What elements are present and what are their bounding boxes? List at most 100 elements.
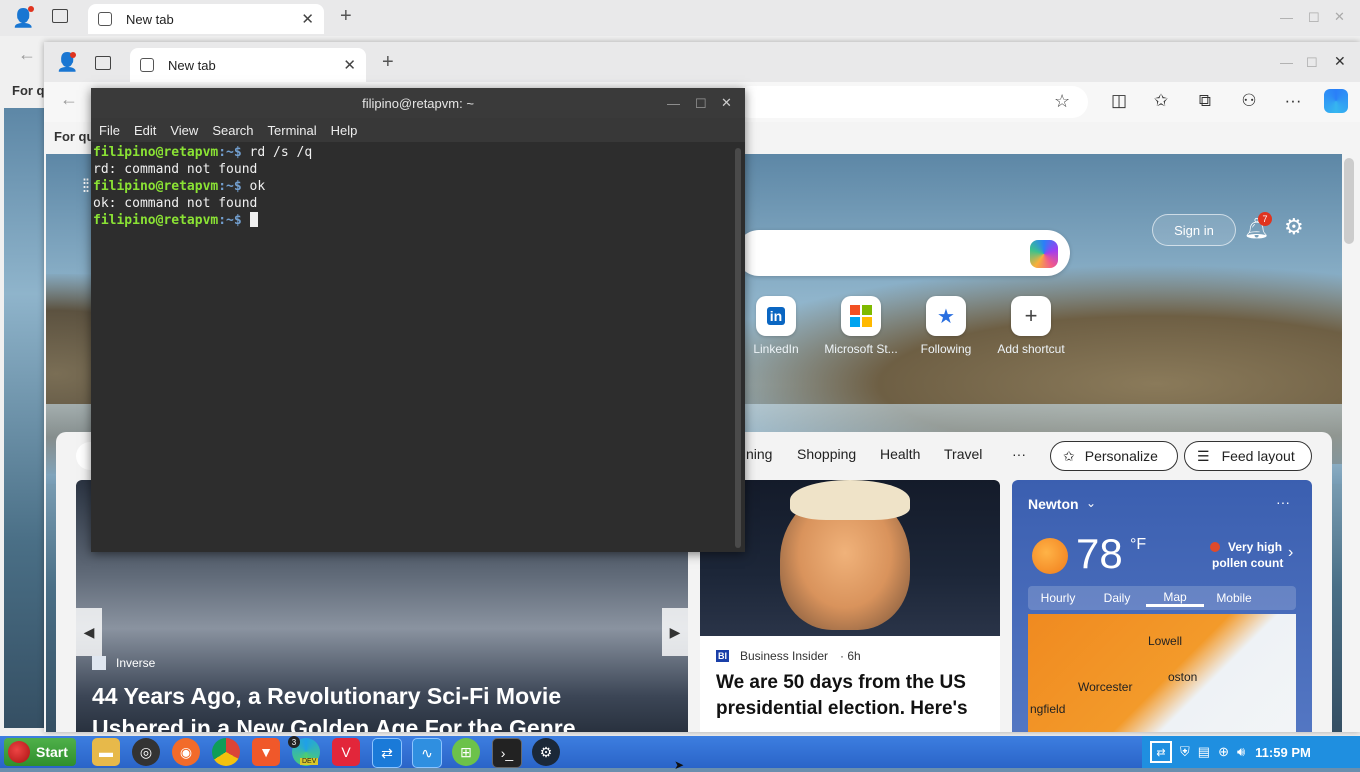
close-tab-icon[interactable]: ✕ [343,56,356,74]
chevron-down-icon[interactable]: ⌄ [1086,496,1096,510]
feed-category-pill[interactable] [76,442,92,470]
menu-help[interactable]: Help [331,123,358,138]
settings-gear-icon[interactable]: ⚙ [1284,214,1304,240]
terminal-scrollbar[interactable] [735,148,741,548]
feed-more-tabs[interactable]: ··· [1012,446,1026,462]
shortcut-following[interactable]: ★ Following [906,296,986,356]
carousel-prev-icon[interactable]: ◀ [76,608,102,656]
feed-layout-button[interactable]: ☰ Feed layout [1184,441,1312,471]
copilot-search-icon[interactable] [1030,240,1058,268]
menu-search[interactable]: Search [212,123,253,138]
weather-tab-mobile[interactable]: Mobile [1204,591,1264,605]
copilot-icon[interactable] [1324,89,1348,113]
prompt-path: :~$ [218,145,250,160]
carousel-next-icon[interactable]: ▶ [662,608,688,656]
terminal-app-icon[interactable]: ›_ [492,738,522,768]
apps-grid-icon[interactable]: ⁞⁞ [82,176,90,197]
plus-icon: + [1011,296,1051,336]
web-search-box[interactable] [736,230,1070,276]
brave-icon[interactable]: ▼ [252,738,280,766]
minimize-icon[interactable]: — [1280,10,1293,25]
system-monitor-icon[interactable]: ∿ [412,738,442,768]
sliders-icon: ☰ [1197,447,1210,464]
address-bar[interactable]: ☆ [734,86,1088,118]
maximize-icon[interactable]: ☐ [1308,10,1320,26]
page-icon [140,58,154,72]
weather-tab-hourly[interactable]: Hourly [1028,591,1088,605]
shortcut-add[interactable]: + Add shortcut [991,296,1071,356]
personalize-button[interactable]: ✩ Personalize [1050,441,1178,471]
news-article-card[interactable]: BI Business Insider · 6h We are 50 days … [700,480,1000,732]
close-tab-icon[interactable]: ✕ [301,10,314,28]
terminal-titlebar[interactable]: filipino@retapvm: ~ — ☐ ✕ [91,88,745,118]
minimize-icon[interactable]: — [1280,55,1293,70]
feed-tab-shopping[interactable]: Shopping [797,446,856,462]
system-tray: ⇄ ⛨ ▤ ⊕ 🔊︎ 11:59 PM [1142,736,1360,768]
more-menu-icon[interactable]: ··· [1278,86,1308,116]
map-label: ngfield [1030,702,1066,716]
chrome-icon[interactable] [212,738,240,766]
more-options-icon[interactable]: ··· [1276,494,1290,510]
remote-desktop-icon[interactable]: ⇄ [372,738,402,768]
network-icon[interactable]: ⊕ [1218,744,1229,760]
weather-tab-map[interactable]: Map [1146,590,1204,607]
weather-card[interactable]: Newton ⌄ ··· 78 °F Very high pollen coun… [1012,480,1312,732]
menu-edit[interactable]: Edit [134,123,156,138]
back-arrow-icon[interactable]: ← [60,89,78,110]
firefox-icon[interactable]: ◉ [172,738,200,766]
feed-tab-travel[interactable]: Travel [944,446,982,462]
bi-logo-icon: BI [716,650,729,662]
network-app-icon[interactable]: ⊞ [452,738,480,766]
weather-map[interactable]: Lowell Worcester oston ngfield [1028,614,1296,732]
weather-tab-daily[interactable]: Daily [1088,591,1146,605]
close-window-icon[interactable]: ✕ [721,95,732,111]
maximize-icon[interactable]: ☐ [1306,55,1318,71]
menu-terminal[interactable]: Terminal [268,123,317,138]
volume-icon[interactable]: 🔊︎ [1237,744,1245,760]
terminal-screen[interactable]: filipino@retapvm:~$ rd /s /q rd: command… [93,144,733,550]
for-quick-links-label: For qu [54,129,95,144]
back-tab-new[interactable]: New tab ✕ [88,4,324,34]
shortcut-linkedin[interactable]: in LinkedIn [736,296,816,356]
terminal-line: filipino@retapvm:~$ rd /s /q [93,144,733,161]
front-tab-bar: 👤 New tab ✕ + — ☐ ✕ [44,42,1360,82]
back-arrow-icon[interactable]: ← [18,44,36,65]
collections-icon[interactable]: ⧉ [1190,86,1220,116]
tab-actions-icon[interactable] [52,9,68,23]
steam-icon[interactable]: ⚙ [532,738,560,766]
weather-location[interactable]: Newton [1028,496,1079,512]
favorite-star-icon[interactable]: ☆ [1054,91,1070,112]
shield-icon[interactable]: ⛨ [1180,744,1190,760]
tab-actions-icon[interactable] [95,56,111,70]
terminal-window: filipino@retapvm: ~ — ☐ ✕ File Edit View… [91,88,745,552]
article-image [700,480,1000,636]
new-tab-icon[interactable]: + [340,5,352,28]
map-label: Lowell [1148,634,1183,648]
pollen-alert-line1: Very high [1228,540,1283,554]
split-screen-icon[interactable]: ◫ [1104,86,1134,116]
vivaldi-icon[interactable]: V [332,738,360,766]
feed-tab-learning[interactable]: ning [746,446,772,462]
close-window-icon[interactable]: ✕ [1334,53,1346,70]
sign-in-button[interactable]: Sign in [1152,214,1236,246]
remote-tray-icon[interactable]: ⇄ [1150,741,1172,763]
feed-tab-health[interactable]: Health [880,446,920,462]
minimize-icon[interactable]: — [667,96,680,111]
clipboard-icon[interactable]: ▤ [1198,744,1210,760]
close-window-icon[interactable]: ✕ [1334,9,1345,25]
chevron-right-icon[interactable]: › [1288,544,1293,562]
file-manager-icon[interactable]: ▬ [92,738,120,766]
menu-file[interactable]: File [99,123,120,138]
menu-view[interactable]: View [170,123,198,138]
shortcut-microsoft-store[interactable]: Microsoft St... [821,296,901,356]
extensions-icon[interactable]: ⚇ [1234,86,1264,116]
start-button[interactable]: Start [4,738,76,766]
page-scrollbar[interactable] [1344,158,1354,244]
obs-studio-icon[interactable]: ◎ [132,738,160,766]
clock[interactable]: 11:59 PM [1255,745,1311,760]
shortcut-label: Add shortcut [997,342,1065,356]
maximize-icon[interactable]: ☐ [695,96,707,112]
front-tab-new[interactable]: New tab ✕ [130,48,366,82]
favorites-icon[interactable]: ✩ [1146,86,1176,116]
new-tab-icon[interactable]: + [382,51,394,74]
